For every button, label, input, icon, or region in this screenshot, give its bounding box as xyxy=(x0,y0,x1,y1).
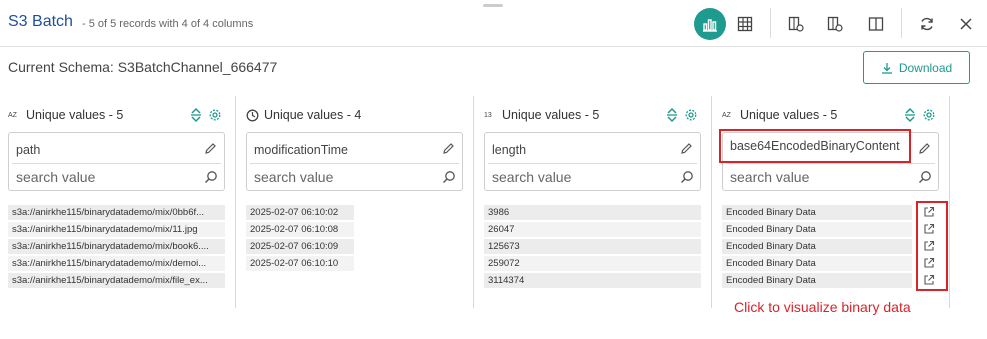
pencil-icon[interactable] xyxy=(918,142,931,155)
gear-icon[interactable] xyxy=(208,108,222,122)
filter-remove-icon xyxy=(827,16,843,32)
list-item[interactable]: Encoded Binary Data xyxy=(722,205,912,220)
unique-values-label: Unique values - 5 xyxy=(740,108,838,122)
close-icon xyxy=(960,18,972,30)
number-type-icon: 13 xyxy=(484,111,492,119)
pencil-icon[interactable] xyxy=(204,142,217,155)
list-item[interactable]: 125673 xyxy=(484,239,701,254)
close-button[interactable] xyxy=(951,9,981,39)
field-name: modificationTime xyxy=(254,143,349,157)
list-item[interactable]: 3114374 xyxy=(484,273,701,288)
pencil-icon[interactable] xyxy=(680,142,693,155)
list-item[interactable]: 2025-02-07 06:10:02 xyxy=(246,205,354,220)
table-view-icon xyxy=(737,16,753,32)
unique-values-label: Unique values - 4 xyxy=(264,108,362,122)
column-header: Unique values - 4 xyxy=(246,106,476,124)
list-item[interactable]: 26047 xyxy=(484,222,701,237)
column-header: 13 Unique values - 5 xyxy=(484,106,714,124)
unique-values-label: Unique values - 5 xyxy=(26,108,124,122)
chart-view-icon xyxy=(703,19,717,32)
string-type-icon: AZ xyxy=(8,111,17,119)
column-filter-box: modificationTime xyxy=(246,132,463,191)
annotation-highlight-box xyxy=(916,201,948,291)
list-item[interactable]: s3a://anirkhe115/binarydatademo/mix/11.j… xyxy=(8,222,225,237)
search-input[interactable] xyxy=(16,167,196,187)
column-length: 13 Unique values - 5 length 3986 26047 1… xyxy=(484,96,714,308)
download-button[interactable]: Download xyxy=(863,51,970,84)
search-icon[interactable] xyxy=(442,170,456,184)
column-filter-box: path xyxy=(8,132,225,191)
search-input[interactable] xyxy=(730,167,910,187)
column-modificationtime: Unique values - 4 modificationTime 2025-… xyxy=(246,96,476,308)
column-panel-icon xyxy=(868,17,884,31)
filter-add-icon xyxy=(788,16,804,32)
sort-icon[interactable] xyxy=(190,107,202,123)
divider xyxy=(726,163,935,164)
download-icon xyxy=(881,62,892,74)
list-item[interactable]: s3a://anirkhe115/binarydatademo/mix/file… xyxy=(8,273,225,288)
field-name-highlighted: base64EncodedBinaryContent xyxy=(719,129,911,163)
header-bar: S3 Batch - 5 of 5 records with 4 of 4 co… xyxy=(0,0,987,47)
column-filter-box: base64EncodedBinaryContent xyxy=(719,129,939,191)
column-header: AZ Unique values - 5 xyxy=(722,106,952,124)
field-name: length xyxy=(492,143,527,157)
unique-values-label: Unique values - 5 xyxy=(502,108,600,122)
list-item[interactable]: 2025-02-07 06:10:08 xyxy=(246,222,354,237)
sort-icon[interactable] xyxy=(666,107,678,123)
refresh-icon xyxy=(921,17,933,31)
list-item[interactable]: Encoded Binary Data xyxy=(722,222,912,237)
divider xyxy=(488,163,697,164)
string-type-icon: AZ xyxy=(722,111,731,119)
search-input[interactable] xyxy=(492,167,672,187)
gear-icon[interactable] xyxy=(922,108,936,122)
filter-add-button[interactable] xyxy=(781,9,811,39)
field-name: path xyxy=(16,143,41,157)
page-title: S3 Batch xyxy=(8,13,73,30)
table-view-button[interactable] xyxy=(730,9,760,39)
pencil-icon[interactable] xyxy=(442,142,455,155)
search-icon[interactable] xyxy=(918,170,932,184)
gear-icon[interactable] xyxy=(684,108,698,122)
chart-view-button[interactable] xyxy=(694,8,726,40)
column-filter-box: length xyxy=(484,132,701,191)
list-item[interactable]: Encoded Binary Data xyxy=(722,239,912,254)
search-icon[interactable] xyxy=(680,170,694,184)
current-schema-label: Current Schema: S3BatchChannel_666477 xyxy=(8,59,278,75)
divider xyxy=(250,163,459,164)
clock-icon xyxy=(246,109,264,122)
sort-icon[interactable] xyxy=(904,107,916,123)
column-path: AZ Unique values - 5 path s3a://anirkhe1… xyxy=(8,96,238,308)
toolbar-divider xyxy=(901,8,902,38)
download-label: Download xyxy=(898,60,953,75)
annotation-hint-text: Click to visualize binary data xyxy=(734,299,911,315)
list-item[interactable]: s3a://anirkhe115/binarydatademo/mix/book… xyxy=(8,239,225,254)
search-icon[interactable] xyxy=(204,170,218,184)
filter-remove-button[interactable] xyxy=(820,9,850,39)
column-header: AZ Unique values - 5 xyxy=(8,106,238,124)
list-item[interactable]: 2025-02-07 06:10:09 xyxy=(246,239,354,254)
divider xyxy=(12,163,221,164)
list-item[interactable]: 2025-02-07 06:10:10 xyxy=(246,256,354,271)
list-item[interactable]: Encoded Binary Data xyxy=(722,273,912,288)
list-item[interactable]: s3a://anirkhe115/binarydatademo/mix/0bb6… xyxy=(8,205,225,220)
list-item[interactable]: s3a://anirkhe115/binarydatademo/mix/demo… xyxy=(8,256,225,271)
record-count-subtitle: - 5 of 5 records with 4 of 4 columns xyxy=(82,18,254,30)
refresh-button[interactable] xyxy=(912,9,942,39)
list-item[interactable]: 259072 xyxy=(484,256,701,271)
column-panel-button[interactable] xyxy=(861,9,891,39)
toolbar-divider xyxy=(770,8,771,38)
list-item[interactable]: 3986 xyxy=(484,205,701,220)
search-input[interactable] xyxy=(254,167,434,187)
list-item[interactable]: Encoded Binary Data xyxy=(722,256,912,271)
drag-handle[interactable] xyxy=(483,4,503,7)
